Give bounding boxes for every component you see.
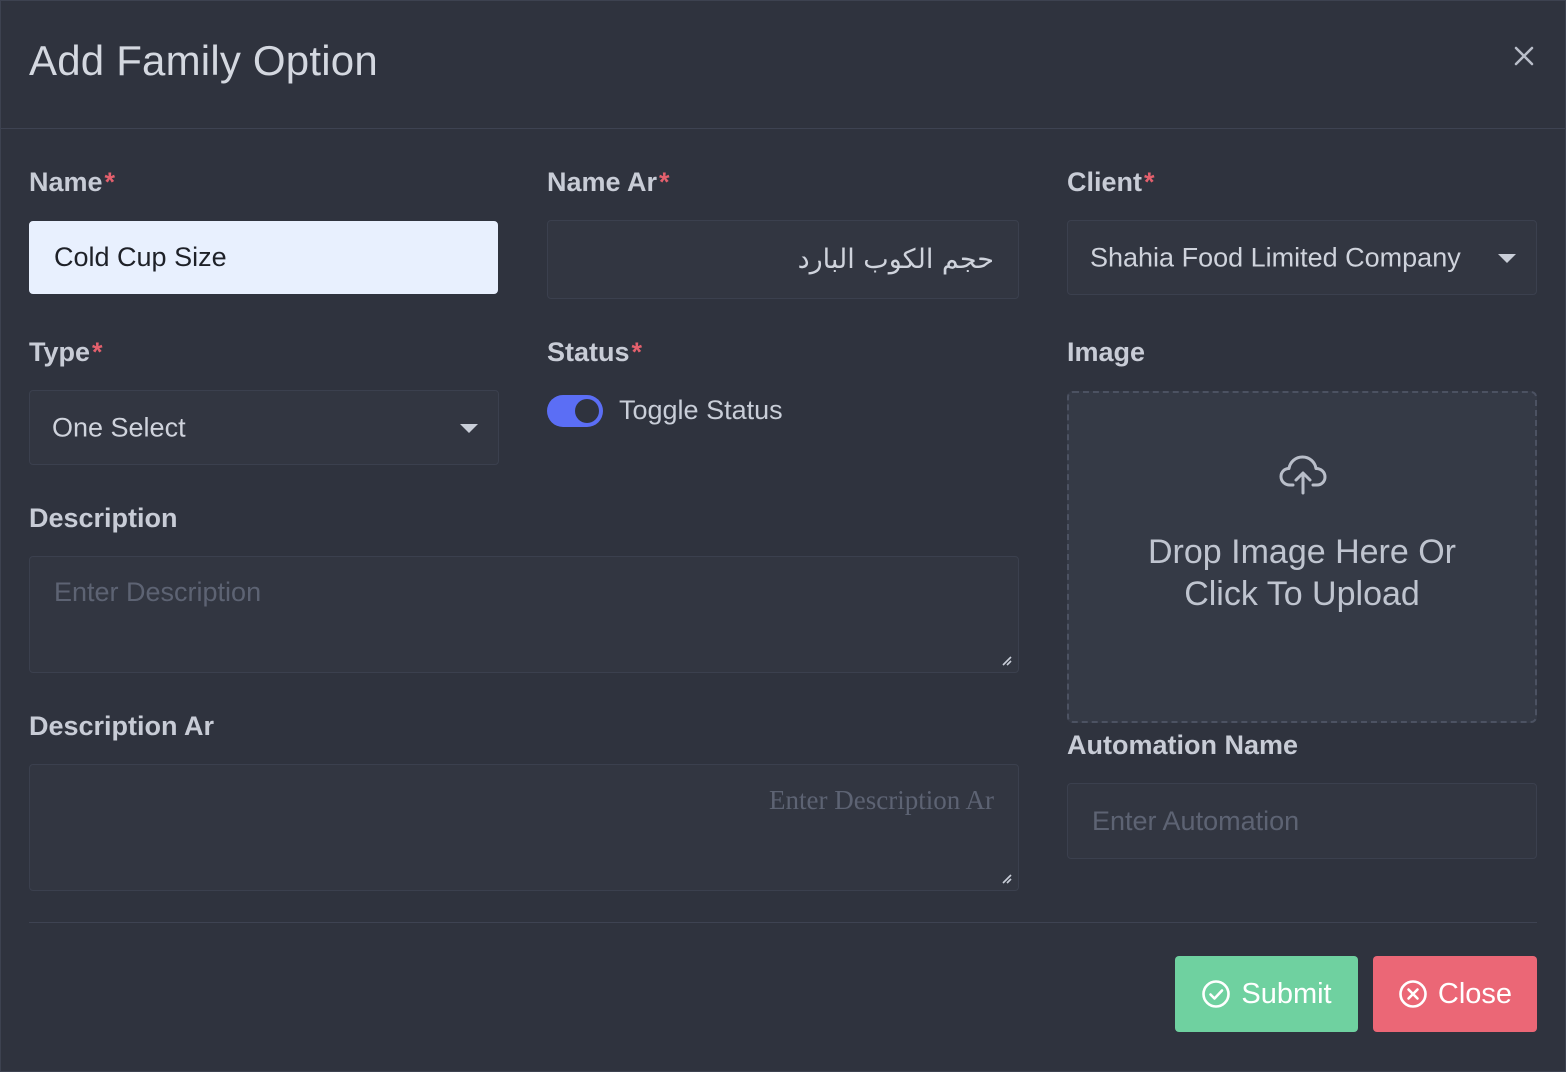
name-input[interactable] [30,222,497,293]
close-button[interactable]: Close [1373,956,1537,1032]
name-ar-label-text: Name Ar [547,167,658,197]
required-marker: * [1144,167,1155,197]
submit-button[interactable]: Submit [1175,956,1358,1032]
x-circle-icon [1399,980,1427,1008]
type-select[interactable]: One Select [29,390,499,465]
footer-divider [29,922,1537,923]
name-ar-field[interactable] [547,220,1019,299]
toggle-status-label: Toggle Status [619,395,783,425]
client-label: Client* [1067,167,1155,198]
submit-label: Submit [1241,977,1332,1010]
close-label: Close [1437,977,1513,1010]
resize-grip-icon[interactable] [1000,654,1012,666]
status-label: Status* [547,337,642,368]
client-label-text: Client [1067,167,1143,197]
status-label-text: Status [547,337,630,367]
toggle-knob [575,399,599,423]
description-ar-textarea[interactable] [30,765,1018,890]
modal-title: Add Family Option [29,37,378,84]
add-family-option-modal: Add Family Option Name* Name Ar* Client*… [0,0,1566,1072]
description-field[interactable] [29,556,1019,673]
required-marker: * [92,337,103,367]
dropzone-text: Drop Image Here Or Click To Upload [1069,531,1535,615]
client-select[interactable]: Shahia Food Limited Company [1067,220,1537,295]
chevron-down-icon [460,423,478,433]
required-marker: * [631,337,643,367]
type-label: Type* [29,337,103,368]
type-label-text: Type [29,337,91,367]
type-selected-value: One Select [52,412,186,442]
description-ar-label-text: Description Ar [29,711,215,741]
dropzone-text-line2: Click To Upload [1184,575,1420,613]
client-selected-value: Shahia Food Limited Company [1090,242,1461,272]
automation-name-input[interactable] [1068,784,1536,858]
name-field[interactable] [29,221,498,294]
name-ar-input[interactable] [548,221,1018,298]
description-label-text: Description [29,503,178,533]
required-marker: * [104,167,116,197]
cloud-upload-icon [1279,455,1327,495]
automation-name-field[interactable] [1067,783,1537,859]
resize-grip-icon[interactable] [1000,872,1012,884]
image-label: Image [1067,337,1145,368]
modal-header: Add Family Option [1,1,1565,129]
dropzone-text-line1: Drop Image Here Or [1148,533,1456,571]
automation-name-label: Automation Name [1067,730,1298,761]
chevron-down-icon [1498,253,1516,263]
description-ar-field[interactable] [29,764,1019,891]
status-toggle[interactable] [547,395,603,427]
automation-name-label-text: Automation Name [1067,730,1299,760]
check-circle-icon [1202,980,1231,1008]
required-marker: * [659,167,670,197]
image-dropzone[interactable]: Drop Image Here Or Click To Upload [1067,391,1537,723]
description-textarea[interactable] [30,557,1018,672]
name-label-text: Name [29,167,103,197]
description-label: Description [29,503,178,534]
image-label-text: Image [1067,337,1146,367]
name-ar-label: Name Ar* [547,167,670,198]
close-x-icon[interactable] [1509,41,1539,71]
name-label: Name* [29,167,115,198]
description-ar-label: Description Ar [29,711,214,742]
